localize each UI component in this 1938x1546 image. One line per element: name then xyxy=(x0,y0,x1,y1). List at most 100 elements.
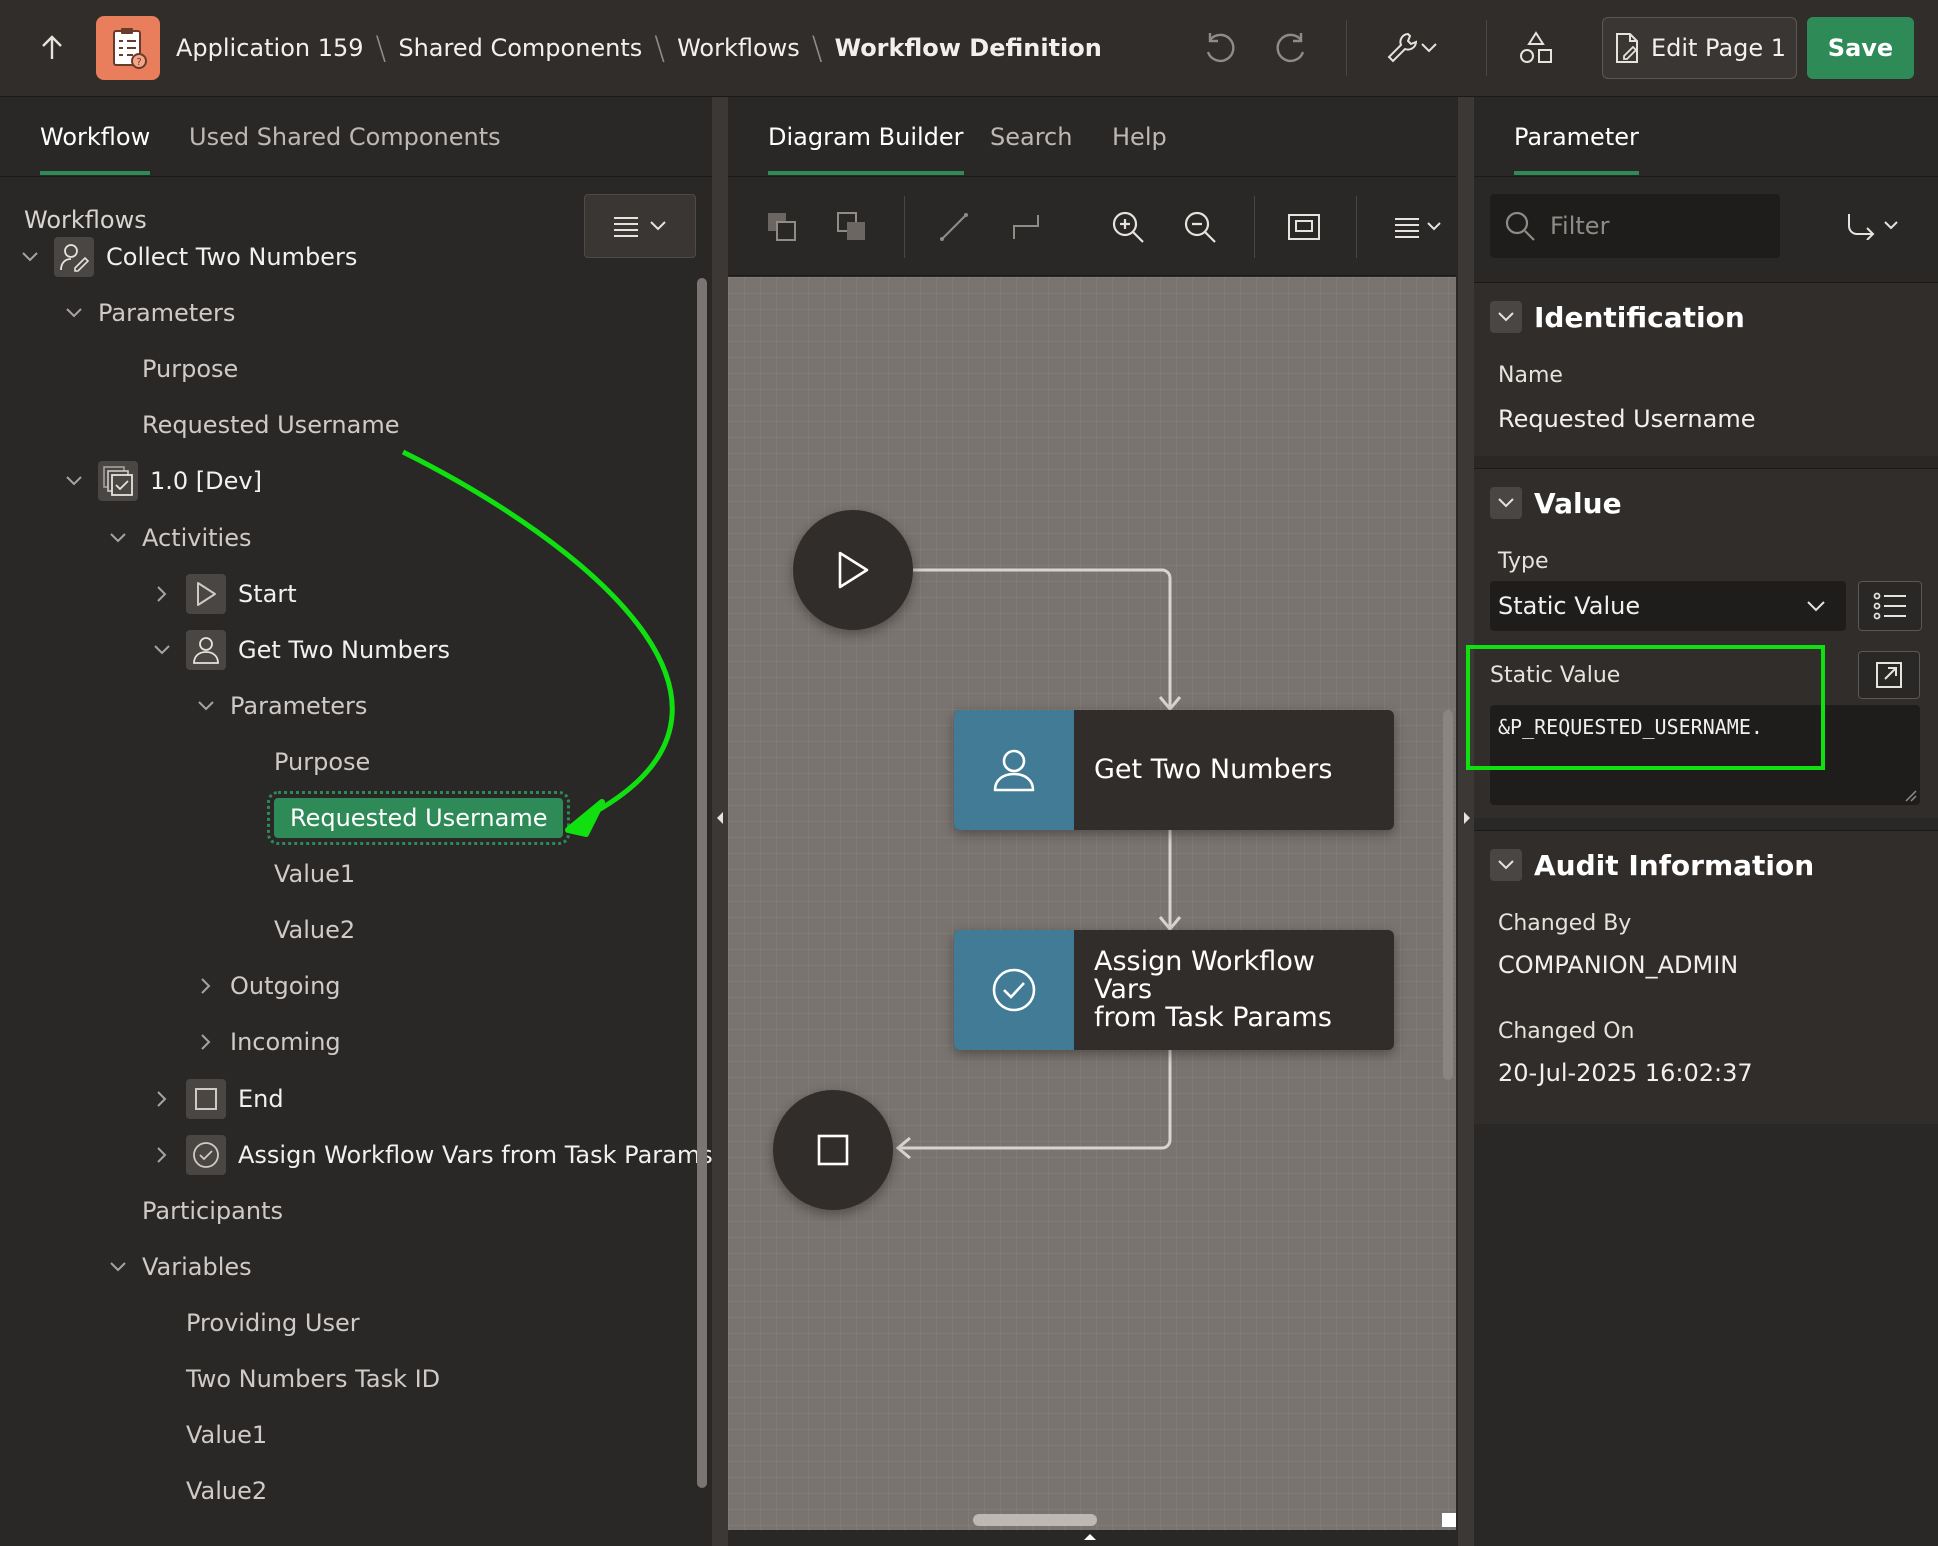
tree-node-label[interactable]: Two Numbers Task ID xyxy=(186,1365,440,1393)
tree-node-label[interactable]: End xyxy=(238,1085,284,1113)
bring-to-front-button[interactable] xyxy=(758,203,806,251)
tree-node[interactable]: Value1 xyxy=(274,846,355,902)
tree-node[interactable]: Get Two Numbers xyxy=(148,622,450,678)
tree-node-label[interactable]: Requested Username xyxy=(266,791,571,845)
redo-button[interactable] xyxy=(1265,24,1317,72)
collapse-toggle[interactable] xyxy=(1490,849,1522,881)
tree-node-label[interactable]: Start xyxy=(238,580,297,608)
end-node[interactable] xyxy=(773,1090,893,1210)
list-of-values-button[interactable] xyxy=(1858,581,1922,631)
filter-input[interactable] xyxy=(1550,212,1750,240)
tree-node-label[interactable]: Parameters xyxy=(230,692,367,720)
tab-help[interactable]: Help xyxy=(1112,97,1167,177)
expand-code-editor-button[interactable] xyxy=(1858,651,1920,699)
left-splitter[interactable] xyxy=(712,97,728,1546)
collapse-toggle[interactable] xyxy=(60,307,88,319)
zoom-in-button[interactable] xyxy=(1104,203,1152,251)
start-node[interactable] xyxy=(793,510,913,630)
expand-toggle[interactable] xyxy=(192,1033,220,1051)
canvas-resize-corner[interactable] xyxy=(1442,1513,1456,1527)
collapse-toggle[interactable] xyxy=(1490,487,1522,519)
right-splitter[interactable] xyxy=(1458,97,1474,1546)
collapse-toggle[interactable] xyxy=(60,475,88,487)
tree-node[interactable]: Value1 xyxy=(186,1407,267,1463)
zoom-out-button[interactable] xyxy=(1176,203,1224,251)
filter-field[interactable] xyxy=(1490,194,1780,258)
tab-diagram-builder[interactable]: Diagram Builder xyxy=(768,97,964,177)
collapse-toggle[interactable] xyxy=(16,251,44,263)
breadcrumb-application[interactable]: Application 159 xyxy=(176,34,364,62)
tree-node[interactable]: Participants xyxy=(142,1183,283,1239)
tree-node[interactable]: Parameters xyxy=(192,678,367,734)
tree-node-label[interactable]: 1.0 [Dev] xyxy=(150,467,262,495)
fit-to-screen-button[interactable] xyxy=(1280,203,1328,251)
tree-node-label[interactable]: Parameters xyxy=(98,299,235,327)
tree-node[interactable]: Outgoing xyxy=(192,958,341,1014)
tree-node[interactable]: Value2 xyxy=(186,1463,267,1519)
tree-node[interactable]: Requested Username xyxy=(266,790,571,846)
tab-workflow[interactable]: Workflow xyxy=(40,97,151,177)
tree-node[interactable]: End xyxy=(148,1071,284,1127)
collapse-toggle[interactable] xyxy=(104,1261,132,1273)
go-to-group-button[interactable] xyxy=(1832,202,1912,250)
tree-node-label[interactable]: Activities xyxy=(142,524,252,552)
tree-node-label[interactable]: Requested Username xyxy=(142,411,399,439)
collapse-toggle[interactable] xyxy=(192,700,220,712)
tree-menu-button[interactable] xyxy=(584,194,696,258)
activity-node-assign-vars[interactable]: Assign Workflow Vars from Task Params xyxy=(954,930,1394,1050)
task-node-get-two-numbers[interactable]: Get Two Numbers xyxy=(954,710,1394,830)
expand-toggle[interactable] xyxy=(148,585,176,603)
tree-node-label[interactable]: Purpose xyxy=(142,355,238,383)
tree-node-label[interactable]: Variables xyxy=(142,1253,252,1281)
tree-node-label[interactable]: Assign Workflow Vars from Task Params xyxy=(238,1141,712,1169)
utilities-menu-button[interactable] xyxy=(1376,24,1446,72)
name-value[interactable]: Requested Username xyxy=(1498,405,1755,433)
tab-search[interactable]: Search xyxy=(990,97,1072,177)
tree-node-label[interactable]: Value1 xyxy=(274,860,355,888)
tree-node[interactable]: Start xyxy=(148,566,297,622)
send-to-back-button[interactable] xyxy=(828,203,876,251)
straight-connector-button[interactable] xyxy=(930,203,978,251)
tree-node-label[interactable]: Providing User xyxy=(186,1309,360,1337)
section-header[interactable]: Identification xyxy=(1490,297,1745,337)
orthogonal-connector-button[interactable] xyxy=(1002,203,1050,251)
up-arrow-button[interactable] xyxy=(28,28,76,68)
expand-toggle[interactable] xyxy=(192,977,220,995)
undo-button[interactable] xyxy=(1194,24,1246,72)
tree-node[interactable]: Purpose xyxy=(142,341,238,397)
tree-node-label[interactable]: Purpose xyxy=(274,748,370,776)
resize-grip-icon[interactable] xyxy=(1904,789,1918,803)
canvas-vertical-scrollbar[interactable] xyxy=(1443,710,1453,1080)
tree-node-label[interactable]: Outgoing xyxy=(230,972,341,1000)
tree-scrollbar[interactable] xyxy=(697,278,707,1488)
tab-used-shared-components[interactable]: Used Shared Components xyxy=(189,97,501,177)
expand-toggle[interactable] xyxy=(148,1146,176,1164)
tree-node[interactable]: Activities xyxy=(104,510,252,566)
tree-node[interactable]: 1.0 [Dev] xyxy=(60,453,262,509)
tree-node-label[interactable]: Collect Two Numbers xyxy=(106,243,357,271)
tab-parameter[interactable]: Parameter xyxy=(1514,97,1639,177)
tree-node-label[interactable]: Get Two Numbers xyxy=(238,636,450,664)
diagram-menu-button[interactable] xyxy=(1388,203,1448,251)
tree-node[interactable]: Value2 xyxy=(274,902,355,958)
collapse-toggle[interactable] xyxy=(104,532,132,544)
application-icon[interactable]: ? xyxy=(96,16,160,80)
tree-node[interactable]: Incoming xyxy=(192,1014,341,1070)
tree-node-label[interactable]: Incoming xyxy=(230,1028,341,1056)
tree-node[interactable]: Parameters xyxy=(60,285,235,341)
tree-node[interactable]: Variables xyxy=(104,1239,252,1295)
diagram-canvas[interactable]: Get Two Numbers Assign Workflow Vars fro… xyxy=(728,277,1456,1530)
tree-node-label[interactable]: Value2 xyxy=(186,1477,267,1505)
shared-components-button[interactable] xyxy=(1510,24,1562,72)
breadcrumb-shared-components[interactable]: Shared Components xyxy=(398,34,642,62)
section-header[interactable]: Audit Information xyxy=(1490,845,1814,885)
tree-node-label[interactable]: Participants xyxy=(142,1197,283,1225)
edit-page-button[interactable]: Edit Page 1 xyxy=(1602,17,1797,79)
section-header[interactable]: Value xyxy=(1490,483,1622,523)
type-select[interactable]: Static Value xyxy=(1490,581,1846,631)
canvas-horizontal-scrollbar[interactable] xyxy=(973,1514,1097,1526)
save-button[interactable]: Save xyxy=(1807,17,1914,79)
tree-node[interactable]: Providing User xyxy=(186,1295,360,1351)
collapse-toggle[interactable] xyxy=(148,644,176,656)
breadcrumb-workflows[interactable]: Workflows xyxy=(677,34,800,62)
